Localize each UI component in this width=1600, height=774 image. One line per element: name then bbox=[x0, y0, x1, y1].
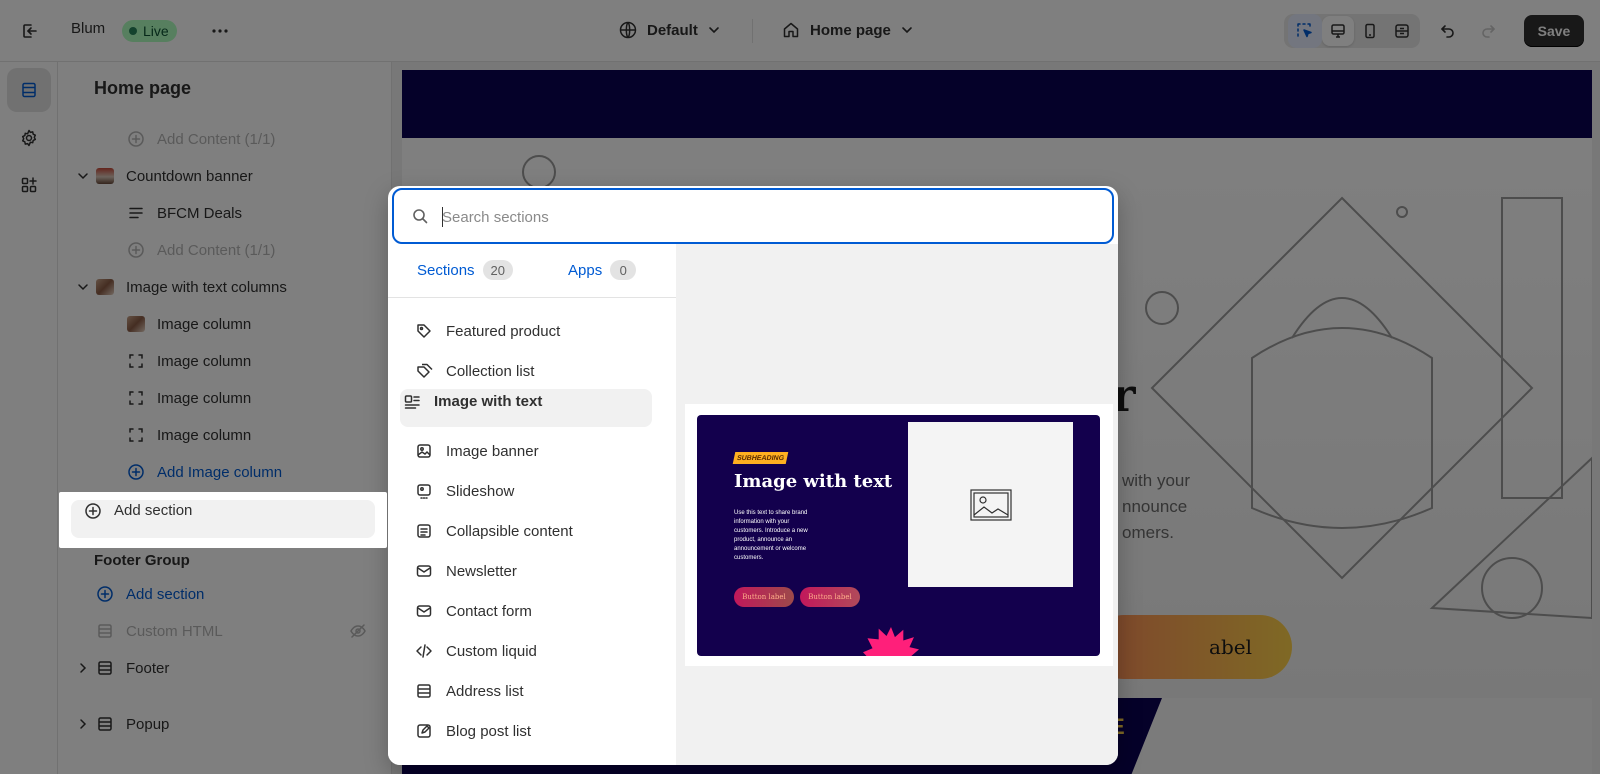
tab-apps-count: 0 bbox=[610, 260, 637, 280]
section-option-label: Custom liquid bbox=[446, 642, 537, 660]
search-field[interactable] bbox=[392, 188, 1114, 244]
section-option-label: Slideshow bbox=[446, 482, 515, 500]
preview-body: Use this text to share brand information… bbox=[734, 510, 808, 561]
section-option-newsletter[interactable]: Newsletter bbox=[400, 552, 664, 590]
envelope-icon bbox=[414, 601, 434, 621]
section-option-label: Image banner bbox=[446, 442, 539, 460]
tags-icon bbox=[414, 361, 434, 381]
blog-icon bbox=[414, 721, 434, 741]
section-option-featured-product[interactable]: Featured product bbox=[400, 312, 664, 350]
section-option-label: Collapsible content bbox=[446, 522, 573, 540]
image-banner-icon bbox=[414, 441, 434, 461]
tab-sections-label: Sections bbox=[417, 261, 475, 279]
section-option-label: Address list bbox=[446, 682, 524, 700]
preview-image-placeholder bbox=[908, 422, 1073, 587]
plus-circle-icon bbox=[83, 501, 103, 521]
section-option-label: Blog post list bbox=[446, 722, 532, 740]
section-option-image-with-text-selected[interactable]: Image with text bbox=[388, 383, 652, 433]
preview-button-2: Button label bbox=[800, 587, 860, 607]
preview-thumbnail: SUBHEADING Image with text Use this text… bbox=[697, 415, 1100, 656]
section-option-image-banner[interactable]: Image banner bbox=[400, 432, 664, 470]
section-option-slideshow[interactable]: Slideshow bbox=[400, 472, 664, 510]
tab-sections-count: 20 bbox=[482, 260, 514, 280]
image-placeholder-icon bbox=[969, 488, 1012, 521]
text-caret bbox=[442, 207, 443, 227]
search-input[interactable] bbox=[442, 202, 1082, 232]
section-option-label: Collection list bbox=[446, 362, 535, 380]
preview-title: Image with text bbox=[734, 471, 893, 492]
tab-apps[interactable]: Apps 0 bbox=[568, 260, 637, 280]
section-option-label: Featured product bbox=[446, 322, 561, 340]
section-option-address-list[interactable]: Address list bbox=[400, 672, 664, 710]
section-option-contact-form[interactable]: Contact form bbox=[400, 592, 664, 630]
image-with-text-icon bbox=[402, 392, 422, 412]
tag-icon bbox=[414, 321, 434, 341]
envelope-icon bbox=[414, 561, 434, 581]
add-section-button[interactable]: Add section bbox=[59, 492, 387, 548]
code-icon bbox=[414, 641, 434, 661]
picker-tabs: Sections 20 Apps 0 bbox=[388, 244, 676, 298]
section-list-panel: Sections 20 Apps 0 Featured product Coll… bbox=[388, 244, 676, 765]
section-preview-card: SUBHEADING Image with text Use this text… bbox=[685, 404, 1113, 666]
section-option-blog-post-list[interactable]: Blog post list bbox=[400, 712, 664, 750]
preview-button-1: Button label bbox=[734, 587, 794, 607]
section-option-collapsible-content[interactable]: Collapsible content bbox=[400, 512, 664, 550]
slideshow-icon bbox=[414, 481, 434, 501]
add-section-label: Add section bbox=[114, 502, 193, 519]
collapsible-icon bbox=[414, 521, 434, 541]
search-icon bbox=[410, 206, 430, 226]
section-option-label: Contact form bbox=[446, 602, 532, 620]
preview-subheading: SUBHEADING bbox=[732, 452, 789, 464]
section-option-custom-liquid[interactable]: Custom liquid bbox=[400, 632, 664, 670]
tab-sections[interactable]: Sections 20 bbox=[417, 260, 514, 280]
preview-starburst bbox=[863, 627, 919, 656]
section-option-label: Newsletter bbox=[446, 562, 517, 580]
section-option-label: Image with text bbox=[434, 393, 543, 410]
list-icon bbox=[414, 681, 434, 701]
tab-apps-label: Apps bbox=[568, 261, 603, 279]
